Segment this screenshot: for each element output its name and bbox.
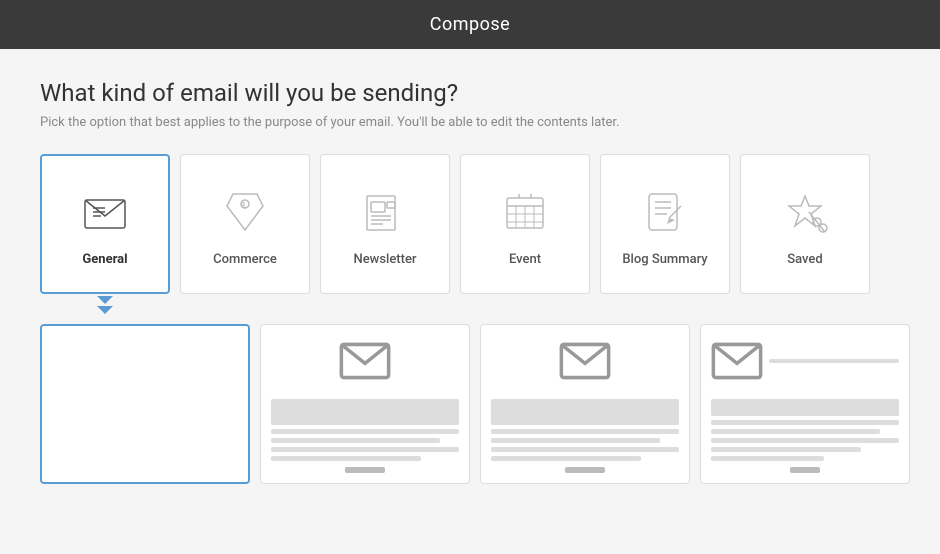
blog-summary-label: Blog Summary — [622, 252, 707, 267]
template-2-lines — [491, 429, 679, 461]
template-line — [271, 447, 459, 452]
template-line — [491, 438, 660, 443]
newsletter-icon — [359, 186, 411, 238]
template-3-image-block — [711, 399, 899, 416]
commerce-icon-area: $ — [215, 182, 275, 242]
content-area: What kind of email will you be sending? … — [0, 49, 940, 504]
main-question: What kind of email will you be sending? — [40, 79, 900, 107]
subtitle-text: Pick the option that best applies to the… — [40, 115, 900, 130]
general-label: General — [82, 252, 127, 267]
commerce-icon: $ — [219, 186, 271, 238]
newsletter-icon-area — [355, 182, 415, 242]
event-icon-area — [495, 182, 555, 242]
type-card-commerce[interactable]: $ Commerce — [180, 154, 310, 294]
template-2-envelope-icon — [559, 335, 611, 387]
template-1-image-block — [271, 399, 459, 425]
template-line — [271, 456, 421, 461]
type-card-general[interactable]: General — [40, 154, 170, 294]
svg-text:$: $ — [241, 201, 246, 210]
template-line — [711, 438, 899, 443]
template-line — [711, 429, 880, 434]
type-card-wrapper-saved: Saved — [740, 154, 870, 304]
blog-summary-icon-area — [635, 182, 695, 242]
templates-row — [40, 324, 900, 484]
commerce-label: Commerce — [213, 252, 277, 267]
type-card-wrapper-event: Event — [460, 154, 590, 304]
template-card-3[interactable] — [700, 324, 910, 484]
template-line — [711, 456, 824, 461]
type-card-blog-summary[interactable]: Blog Summary — [600, 154, 730, 294]
template-2-button — [565, 467, 605, 473]
type-card-wrapper-newsletter: Newsletter — [320, 154, 450, 304]
type-card-wrapper-general: General — [40, 154, 170, 304]
title-bar: Compose — [0, 0, 940, 49]
event-label: Event — [509, 252, 541, 267]
type-card-newsletter[interactable]: Newsletter — [320, 154, 450, 294]
template-2-header — [491, 335, 679, 387]
template-3-header — [711, 335, 899, 387]
template-3-lines — [711, 420, 899, 461]
template-1-envelope-icon — [339, 335, 391, 387]
template-line — [271, 429, 459, 434]
template-1-lines — [271, 429, 459, 461]
general-icon-area — [75, 182, 135, 242]
event-icon — [499, 186, 551, 238]
type-card-wrapper-blog-summary: Blog Summary — [600, 154, 730, 304]
template-blank-content — [52, 336, 238, 472]
template-3-button — [790, 467, 820, 473]
template-1-header — [271, 335, 459, 387]
template-3-envelope-icon — [711, 335, 763, 387]
newsletter-label: Newsletter — [353, 252, 416, 267]
type-card-saved[interactable]: Saved — [740, 154, 870, 294]
template-1-button — [345, 467, 385, 473]
template-line — [271, 438, 440, 443]
template-card-1[interactable] — [260, 324, 470, 484]
type-card-event[interactable]: Event — [460, 154, 590, 294]
template-line — [711, 420, 899, 425]
template-line — [491, 447, 679, 452]
template-card-blank[interactable] — [40, 324, 250, 484]
type-card-wrapper-commerce: $ Commerce — [180, 154, 310, 304]
template-line — [711, 447, 861, 452]
template-3-header-line — [769, 359, 899, 363]
saved-icon-area — [775, 182, 835, 242]
selected-caret — [97, 296, 113, 304]
saved-icon — [779, 186, 831, 238]
template-2-image-block — [491, 399, 679, 425]
saved-label: Saved — [787, 252, 822, 267]
general-icon — [79, 186, 131, 238]
email-type-row: General $ Commerce — [40, 154, 900, 304]
template-line — [491, 429, 679, 434]
title-text: Compose — [430, 14, 510, 35]
template-line — [491, 456, 641, 461]
blog-summary-icon — [639, 186, 691, 238]
template-card-2[interactable] — [480, 324, 690, 484]
